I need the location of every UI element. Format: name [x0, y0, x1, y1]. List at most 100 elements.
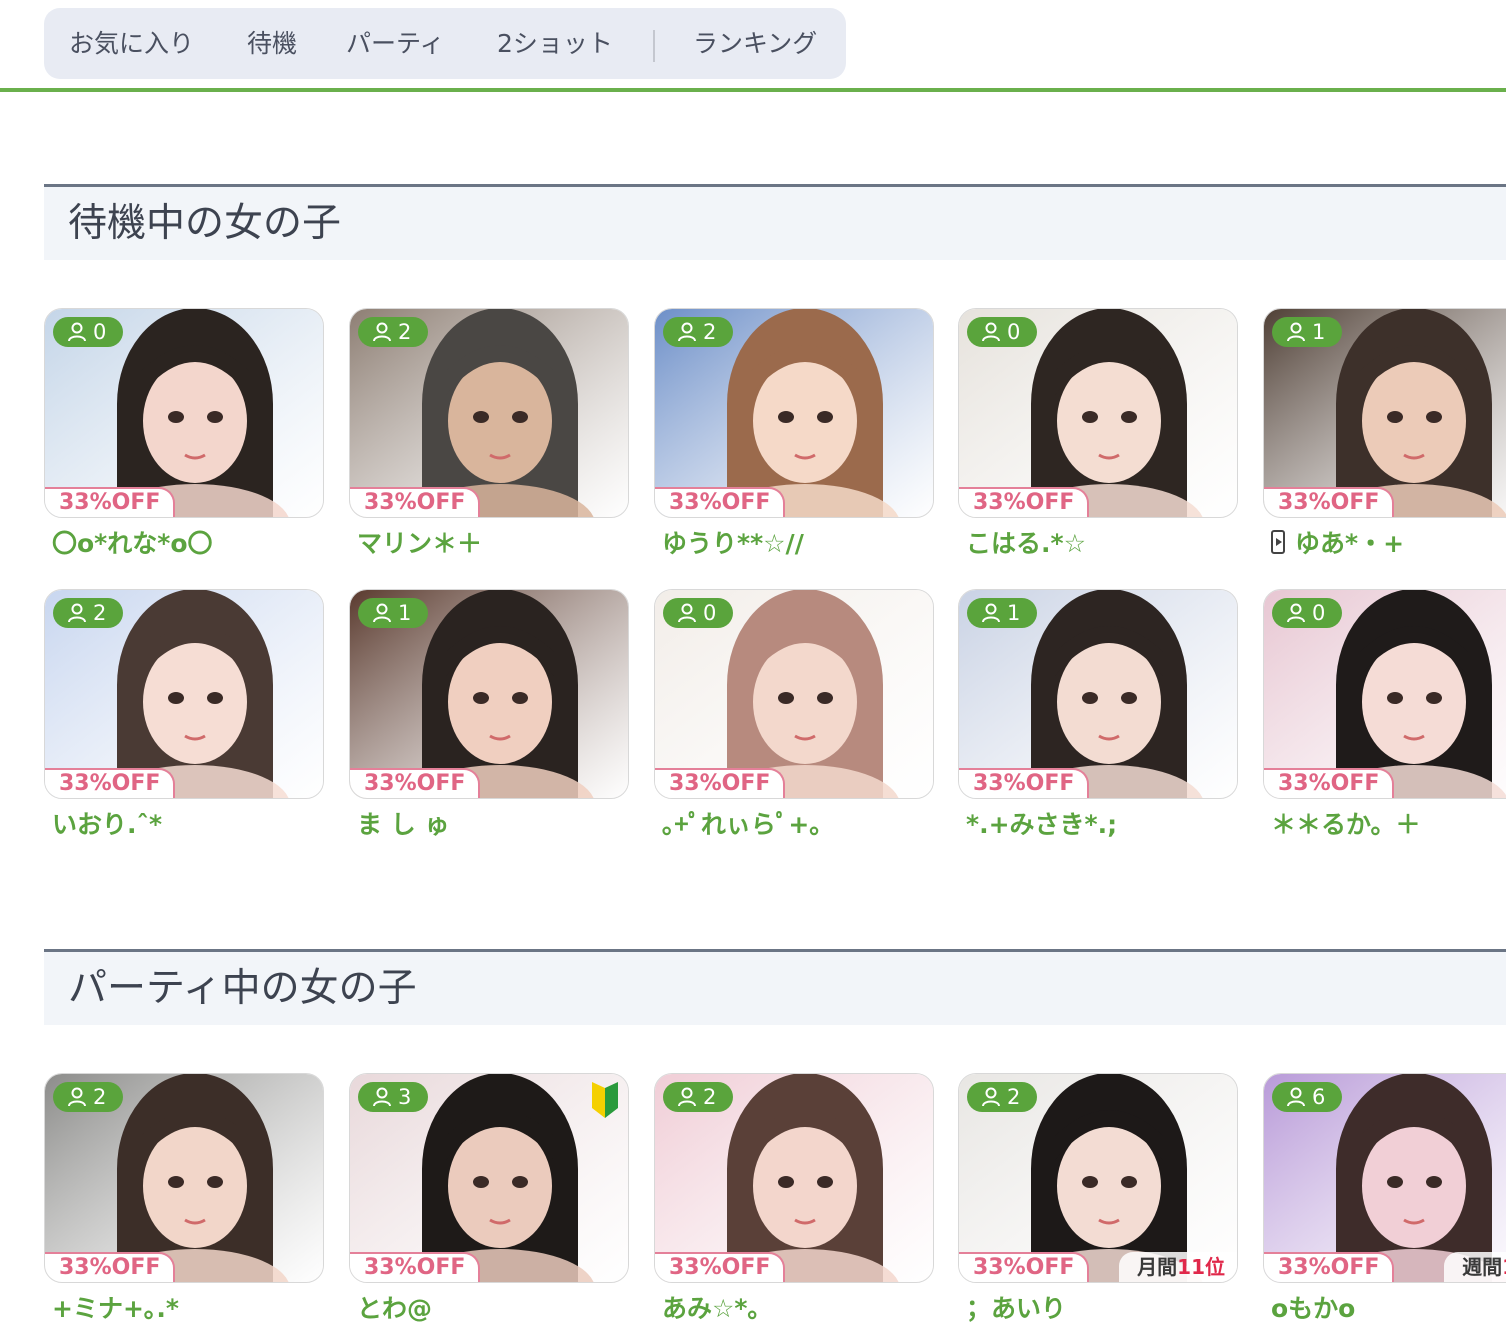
viewer-count: 2	[703, 1085, 717, 1109]
tab-divider	[653, 30, 655, 62]
beginner-mark-icon	[592, 1082, 618, 1118]
tab-party[interactable]: パーティ	[346, 8, 445, 79]
viewer-count-badge: 2	[663, 1082, 733, 1112]
ranking-badge: 週間13	[1444, 1252, 1506, 1282]
discount-badge: 33%OFF	[655, 487, 785, 517]
profile-photo-frame[interactable]: 3 33%OFF	[349, 1073, 629, 1283]
viewer-count-badge: 2	[53, 598, 123, 628]
discount-badge: 33%OFF	[350, 768, 480, 798]
profile-card[interactable]: 3 33%OFF とわ@	[349, 1073, 629, 1343]
performer-name-text: こはる.*☆	[966, 529, 1086, 558]
viewer-count: 1	[1007, 601, 1021, 625]
profile-photo-frame[interactable]: 0 33%OFF	[958, 308, 1238, 518]
discount-badge: 33%OFF	[45, 768, 175, 798]
section-header-waiting: 待機中の女の子	[44, 184, 1506, 260]
viewer-count: 0	[1312, 601, 1326, 625]
performer-name[interactable]: いおり.ˆ*	[52, 807, 162, 843]
profile-photo-frame[interactable]: 0 33%OFF	[654, 589, 934, 799]
profile-card[interactable]: 0 33%OFF ＊＊るか。＋	[1263, 589, 1506, 859]
profile-card[interactable]: 0 33%OFF ｡+ﾟれぃらﾟ+｡	[654, 589, 934, 859]
user-icon	[1287, 1087, 1305, 1107]
viewer-count: 3	[398, 1085, 412, 1109]
user-icon	[678, 1087, 696, 1107]
profile-photo-frame[interactable]: 0 33%OFF	[44, 308, 324, 518]
discount-badge: 33%OFF	[655, 1252, 785, 1282]
viewer-count-badge: 1	[358, 598, 428, 628]
user-icon	[373, 322, 391, 342]
user-icon	[373, 603, 391, 623]
viewer-count-badge: 2	[53, 1082, 123, 1112]
section-title: 待機中の女の子	[68, 201, 342, 246]
user-icon	[68, 1087, 86, 1107]
profile-card[interactable]: 2 33%OFF +ミナ+｡.*	[44, 1073, 324, 1343]
viewer-count-badge: 0	[53, 317, 123, 347]
performer-name[interactable]: *.+みさき*.;	[966, 807, 1117, 843]
profile-card[interactable]: 1 33%OFF ゆあ*・+	[1263, 308, 1506, 578]
performer-name[interactable]: ＊＊るか。＋	[1271, 807, 1421, 843]
profile-card[interactable]: 1 33%OFF ま し ゅ	[349, 589, 629, 859]
profile-photo-frame[interactable]: 2 33%OFF	[44, 589, 324, 799]
performer-name[interactable]: ゆうり**☆//	[662, 526, 804, 562]
profile-photo-frame[interactable]: 2 33%OFF 月間11位	[958, 1073, 1238, 1283]
viewer-count-badge: 0	[1272, 598, 1342, 628]
discount-badge: 33%OFF	[350, 487, 480, 517]
profile-photo-frame[interactable]: 2 33%OFF	[349, 308, 629, 518]
user-icon	[982, 322, 1000, 342]
profile-photo-frame[interactable]: 6 33%OFF 週間13	[1263, 1073, 1506, 1283]
profile-card[interactable]: 2 33%OFF ゆうり**☆//	[654, 308, 934, 578]
tab-waiting[interactable]: 待機	[247, 8, 297, 79]
performer-name-text: いおり.ˆ*	[52, 810, 163, 839]
user-icon	[982, 1087, 1000, 1107]
video-icon	[1271, 530, 1285, 554]
viewer-count-badge: 0	[967, 317, 1037, 347]
profile-photo-frame[interactable]: 2 33%OFF	[44, 1073, 324, 1283]
performer-name[interactable]: ｡+ﾟれぃらﾟ+｡	[662, 807, 822, 843]
performer-name-text: *.+みさき*.;	[966, 810, 1118, 839]
profile-photo-frame[interactable]: 1 33%OFF	[958, 589, 1238, 799]
ranking-position: 11位	[1177, 1255, 1225, 1279]
profile-photo-frame[interactable]: 0 33%OFF	[1263, 589, 1506, 799]
ranking-badge: 月間11位	[1119, 1252, 1237, 1282]
profile-card[interactable]: 2 33%OFF マリン＊＋	[349, 308, 629, 578]
performer-name[interactable]: あみ☆*｡	[662, 1291, 760, 1327]
performer-name[interactable]: こはる.*☆	[966, 526, 1086, 562]
performer-name[interactable]: ゆあ*・+	[1271, 526, 1404, 562]
performer-name[interactable]: 〇o*れな*o〇	[52, 526, 213, 562]
viewer-count: 1	[398, 601, 412, 625]
user-icon	[982, 603, 1000, 623]
profile-photo-frame[interactable]: 1 33%OFF	[349, 589, 629, 799]
ranking-period: 月間	[1137, 1255, 1178, 1279]
performer-name[interactable]: +ミナ+｡.*	[52, 1291, 179, 1327]
section-title: パーティ中の女の子	[68, 966, 417, 1011]
profile-photo-frame[interactable]: 1 33%OFF	[1263, 308, 1506, 518]
profile-card[interactable]: 2 33%OFF いおり.ˆ*	[44, 589, 324, 859]
tab-ranking[interactable]: ランキング	[693, 8, 817, 79]
performer-name[interactable]: マリン＊＋	[357, 526, 482, 562]
profile-photo-frame[interactable]: 2 33%OFF	[654, 1073, 934, 1283]
discount-badge: 33%OFF	[959, 768, 1089, 798]
top-nav: お気に入り 待機 パーティ 2ショット ランキング	[0, 0, 1506, 92]
performer-name[interactable]: ；あいり	[966, 1291, 1066, 1327]
discount-badge: 33%OFF	[959, 1252, 1089, 1282]
discount-badge: 33%OFF	[1264, 1252, 1394, 1282]
discount-badge: 33%OFF	[655, 768, 785, 798]
viewer-count: 2	[93, 1085, 107, 1109]
profile-card[interactable]: 6 33%OFF 週間13 oもかo	[1263, 1073, 1506, 1343]
profile-card[interactable]: 1 33%OFF *.+みさき*.;	[958, 589, 1238, 859]
profile-card[interactable]: 0 33%OFF 〇o*れな*o〇	[44, 308, 324, 578]
user-icon	[373, 1087, 391, 1107]
discount-badge: 33%OFF	[1264, 768, 1394, 798]
viewer-count: 2	[1007, 1085, 1021, 1109]
tab-favorites[interactable]: お気に入り	[69, 8, 194, 79]
performer-name[interactable]: ま し ゅ	[357, 807, 449, 843]
profile-card[interactable]: 0 33%OFF こはる.*☆	[958, 308, 1238, 578]
profile-card[interactable]: 2 33%OFF 月間11位 ；あいり	[958, 1073, 1238, 1343]
discount-badge: 33%OFF	[350, 1252, 480, 1282]
performer-name[interactable]: oもかo	[1271, 1291, 1355, 1327]
viewer-count: 2	[398, 320, 412, 344]
profile-photo-frame[interactable]: 2 33%OFF	[654, 308, 934, 518]
performer-name[interactable]: とわ@	[357, 1291, 432, 1327]
profile-card[interactable]: 2 33%OFF あみ☆*｡	[654, 1073, 934, 1343]
tab-two-shot[interactable]: 2ショット	[497, 8, 613, 79]
user-icon	[68, 322, 86, 342]
